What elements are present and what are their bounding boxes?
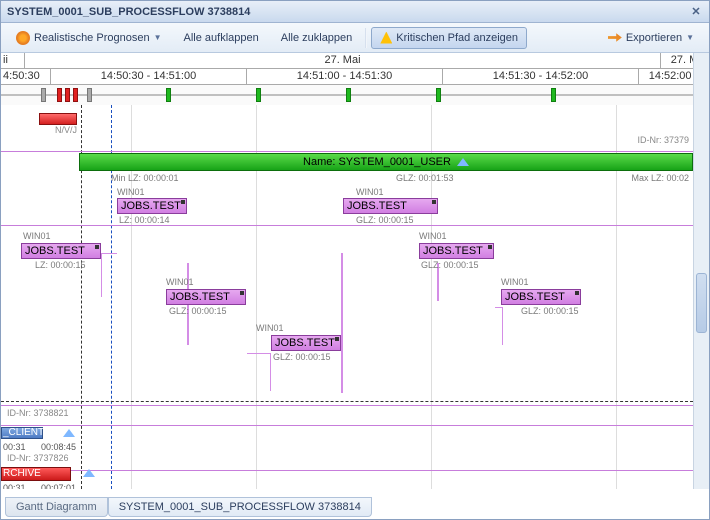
- prognoses-button[interactable]: Realistische Prognosen ▼: [7, 27, 171, 49]
- lz-label: GLZ: 00:00:15: [421, 260, 479, 270]
- critical-path-button[interactable]: Kritischen Pfad anzeigen: [371, 27, 527, 49]
- glz: GLZ: 00:01:53: [396, 173, 454, 183]
- time-cell: 14:51:00 - 14:51:30: [247, 69, 443, 84]
- host-label: WIN01: [256, 323, 284, 333]
- time-label: 00:31: [3, 483, 26, 489]
- id-label: ID-Nr: 37379: [637, 135, 689, 145]
- chevron-down-icon: ▼: [686, 33, 694, 42]
- host-label: WIN01: [356, 187, 384, 197]
- lz-label: GLZ: 00:00:15: [169, 306, 227, 316]
- host-label: WIN01: [117, 187, 145, 197]
- marker-row: [1, 85, 709, 105]
- triangle-up-icon: [83, 469, 95, 477]
- status-bar-red: [39, 113, 77, 125]
- job-box[interactable]: JOBS.TEST: [21, 243, 101, 259]
- time-cell: 14:50:30 - 14:51:00: [51, 69, 247, 84]
- min-lz: Min LZ: 00:00:01: [111, 173, 179, 183]
- lz-label: GLZ: 00:00:15: [521, 306, 579, 316]
- host-label: WIN01: [23, 231, 51, 241]
- time-label: 00:31: [3, 442, 26, 452]
- lz-label: LZ: 00:00:14: [119, 215, 170, 225]
- day-cell: ii: [1, 53, 25, 68]
- tab-processflow[interactable]: SYSTEM_0001_SUB_PROCESSFLOW 3738814: [108, 497, 372, 517]
- time-cell: 4:50:30: [1, 69, 51, 84]
- day-cell: 27. Mai: [25, 53, 661, 68]
- vertical-scrollbar[interactable]: [693, 53, 709, 489]
- toolbar: Realistische Prognosen ▼ Alle aufklappen…: [1, 23, 709, 53]
- gantt-canvas[interactable]: ii 27. Mai 27. M 4:50:30 14:50:30 - 14:5…: [1, 53, 709, 489]
- job-box[interactable]: JOBS.TEST: [271, 335, 341, 351]
- window-title: SYSTEM_0001_SUB_PROCESSFLOW 3738814: [7, 6, 250, 18]
- expand-all-button[interactable]: Alle aufklappen: [175, 27, 268, 49]
- max-lz: Max LZ: 00:02: [631, 173, 689, 183]
- archive-label: RCHIVE: [3, 468, 41, 479]
- window-titlebar: SYSTEM_0001_SUB_PROCESSFLOW 3738814 ✕: [1, 1, 709, 23]
- id-label: ID-Nr: 3738821: [7, 408, 69, 418]
- lz-label: GLZ: 00:00:15: [273, 352, 331, 362]
- export-icon: [608, 31, 622, 45]
- separator: [365, 28, 367, 48]
- collapse-all-button[interactable]: Alle zuklappen: [272, 27, 362, 49]
- host-label: WIN01: [419, 231, 447, 241]
- client-label: _CLIENT: [3, 427, 44, 438]
- time-label: 00:07:01: [41, 483, 76, 489]
- triangle-up-icon: [457, 158, 469, 166]
- time-cell: 14:51:30 - 14:52:00: [443, 69, 639, 84]
- job-box[interactable]: JOBS.TEST: [117, 198, 187, 214]
- lz-label: LZ: 00:00:15: [35, 260, 86, 270]
- chevron-down-icon: ▼: [154, 33, 162, 42]
- label: N/V/J: [55, 125, 77, 135]
- close-icon[interactable]: ✕: [689, 5, 703, 19]
- tab-gantt[interactable]: Gantt Diagramm: [5, 497, 108, 517]
- host-label: WIN01: [501, 277, 529, 287]
- export-button[interactable]: Exportieren ▼: [599, 27, 703, 49]
- gear-icon: [16, 31, 30, 45]
- id-label: ID-Nr: 3737826: [7, 453, 69, 463]
- scrollbar-thumb[interactable]: [696, 273, 707, 333]
- job-box[interactable]: JOBS.TEST: [419, 243, 494, 259]
- job-box[interactable]: JOBS.TEST: [166, 289, 246, 305]
- prognoses-label: Realistische Prognosen: [34, 32, 150, 44]
- host-label: WIN01: [166, 277, 194, 287]
- warning-icon: [380, 32, 392, 44]
- job-box[interactable]: JOBS.TEST: [343, 198, 438, 214]
- triangle-up-icon: [63, 429, 75, 437]
- job-box[interactable]: JOBS.TEST: [501, 289, 581, 305]
- process-bar[interactable]: Name: SYSTEM_0001_USER: [79, 153, 693, 171]
- time-label: 00:08:45: [41, 442, 76, 452]
- bottom-tabs: Gantt Diagramm SYSTEM_0001_SUB_PROCESSFL…: [5, 497, 372, 517]
- lz-label: GLZ: 00:00:15: [356, 215, 414, 225]
- gantt-chart[interactable]: N/V/J ID-Nr: 37379 Name: SYSTEM_0001_USE…: [1, 105, 709, 489]
- timeline-header: ii 27. Mai 27. M 4:50:30 14:50:30 - 14:5…: [1, 53, 709, 105]
